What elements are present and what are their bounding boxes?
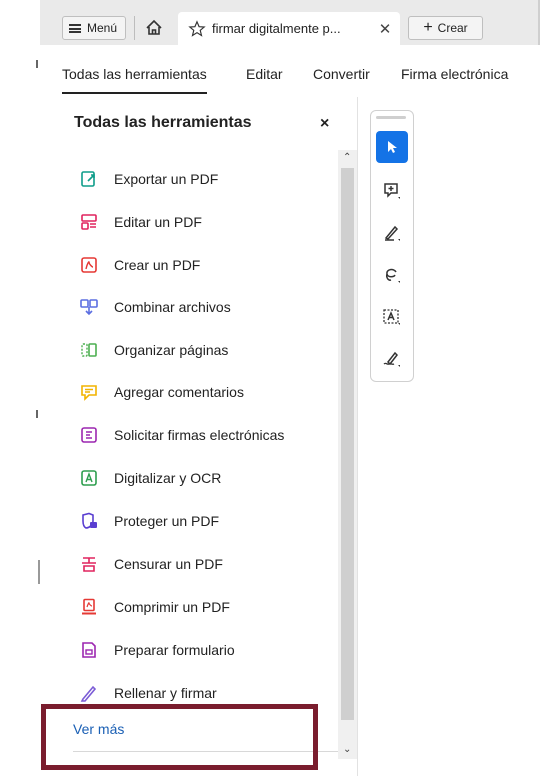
text-select-button[interactable] (376, 301, 408, 333)
star-icon[interactable] (188, 19, 206, 38)
tool-compress-pdf[interactable]: Comprimir un PDF (80, 596, 230, 618)
all-tools-panel: Todas las herramientas × Exportar un PDF… (40, 97, 358, 776)
quick-tools-toolbar (370, 110, 414, 382)
tool-prepare-form[interactable]: Preparar formulario (80, 639, 235, 661)
tool-organize-pages[interactable]: Organizar páginas (80, 339, 228, 361)
tool-nav: Todas las herramientas Editar Convertir … (40, 45, 540, 98)
edge-mark (36, 60, 38, 68)
document-tab[interactable]: firmar digitalmente p... ✕ (178, 12, 400, 45)
lasso-draw-icon (386, 268, 400, 283)
plus-icon: + (423, 19, 433, 36)
tool-label: Proteger un PDF (114, 513, 220, 529)
tool-create-pdf[interactable]: Crear un PDF (80, 254, 200, 276)
tool-add-comments[interactable]: Agregar comentarios (80, 381, 244, 403)
tool-label: Crear un PDF (114, 257, 201, 273)
tab-title: firmar digitalmente p... (212, 21, 341, 36)
organize-pages-icon (80, 341, 98, 359)
tool-label: Censurar un PDF (114, 556, 223, 572)
combine-files-icon (80, 298, 98, 316)
tool-label: Digitalizar y OCR (114, 470, 222, 486)
menu-button[interactable]: Menú (62, 16, 126, 40)
panel-scrollbar[interactable]: ⌃ ⌄ (338, 150, 357, 759)
tool-label: Agregar comentarios (114, 384, 244, 400)
close-tab-icon[interactable]: ✕ (376, 20, 394, 38)
compress-pdf-icon (80, 598, 98, 616)
tab-e-signature[interactable]: Firma electrónica (401, 66, 508, 82)
menu-label: Menú (87, 21, 118, 35)
tool-label: Rellenar y firmar (114, 685, 217, 701)
text-select-icon (383, 309, 400, 325)
tab-edit[interactable]: Editar (246, 66, 283, 82)
comment-icon (80, 383, 98, 401)
protect-pdf-icon (80, 512, 98, 530)
add-comment-button[interactable] (376, 175, 408, 207)
tab-all-tools[interactable]: Todas las herramientas (62, 66, 207, 94)
highlight-button[interactable] (376, 217, 408, 249)
tool-label: Solicitar firmas electrónicas (114, 427, 285, 443)
close-panel-icon[interactable]: × (320, 115, 329, 133)
prepare-form-icon (80, 641, 98, 659)
select-tool-button[interactable] (376, 131, 408, 163)
highlight-box (41, 704, 318, 770)
create-label: Crear (437, 21, 468, 35)
fill-sign-icon (80, 684, 98, 702)
tab-convert[interactable]: Convertir (313, 66, 370, 82)
tool-export-pdf[interactable]: Exportar un PDF (80, 168, 218, 190)
edit-pdf-icon (80, 213, 98, 231)
tool-redact-pdf[interactable]: Censurar un PDF (80, 553, 223, 575)
tool-label: Editar un PDF (114, 214, 202, 230)
select-cursor-icon (388, 141, 397, 153)
tool-label: Organizar páginas (114, 342, 229, 358)
tool-label: Preparar formulario (114, 642, 235, 658)
redact-pdf-icon (80, 555, 98, 573)
scroll-down-icon[interactable]: ⌄ (343, 744, 351, 755)
tool-label: Exportar un PDF (114, 171, 219, 187)
create-pdf-icon (80, 256, 98, 274)
scrollbar-thumb[interactable] (341, 168, 354, 720)
request-signature-icon (80, 426, 98, 444)
sign-pen-icon (383, 351, 400, 367)
sign-button[interactable] (376, 343, 408, 375)
highlight-pen-icon (384, 225, 400, 241)
tool-request-signatures[interactable]: Solicitar firmas electrónicas (80, 424, 284, 446)
hamburger-icon (69, 23, 81, 33)
draw-button[interactable] (376, 259, 408, 291)
panel-title: Todas las herramientas (74, 114, 252, 131)
tool-fill-sign[interactable]: Rellenar y firmar (80, 682, 217, 704)
separator (134, 16, 135, 40)
tool-label: Comprimir un PDF (114, 599, 230, 615)
tool-combine-files[interactable]: Combinar archivos (80, 296, 231, 318)
home-icon[interactable] (144, 18, 164, 38)
edge-mark (36, 410, 38, 418)
scroll-up-icon[interactable]: ⌃ (343, 152, 351, 163)
tool-edit-pdf[interactable]: Editar un PDF (80, 211, 202, 233)
scan-ocr-icon (80, 469, 98, 487)
add-comment-icon (384, 183, 400, 199)
toolbar-grip[interactable] (376, 116, 406, 119)
create-button[interactable]: + Crear (408, 16, 483, 40)
tool-protect-pdf[interactable]: Proteger un PDF (80, 510, 219, 532)
left-edge (0, 0, 41, 776)
tool-label: Combinar archivos (114, 299, 231, 315)
export-pdf-icon (80, 170, 98, 188)
tool-scan-ocr[interactable]: Digitalizar y OCR (80, 467, 221, 489)
title-bar: Menú firmar digitalmente p... ✕ + Crear (40, 0, 540, 45)
